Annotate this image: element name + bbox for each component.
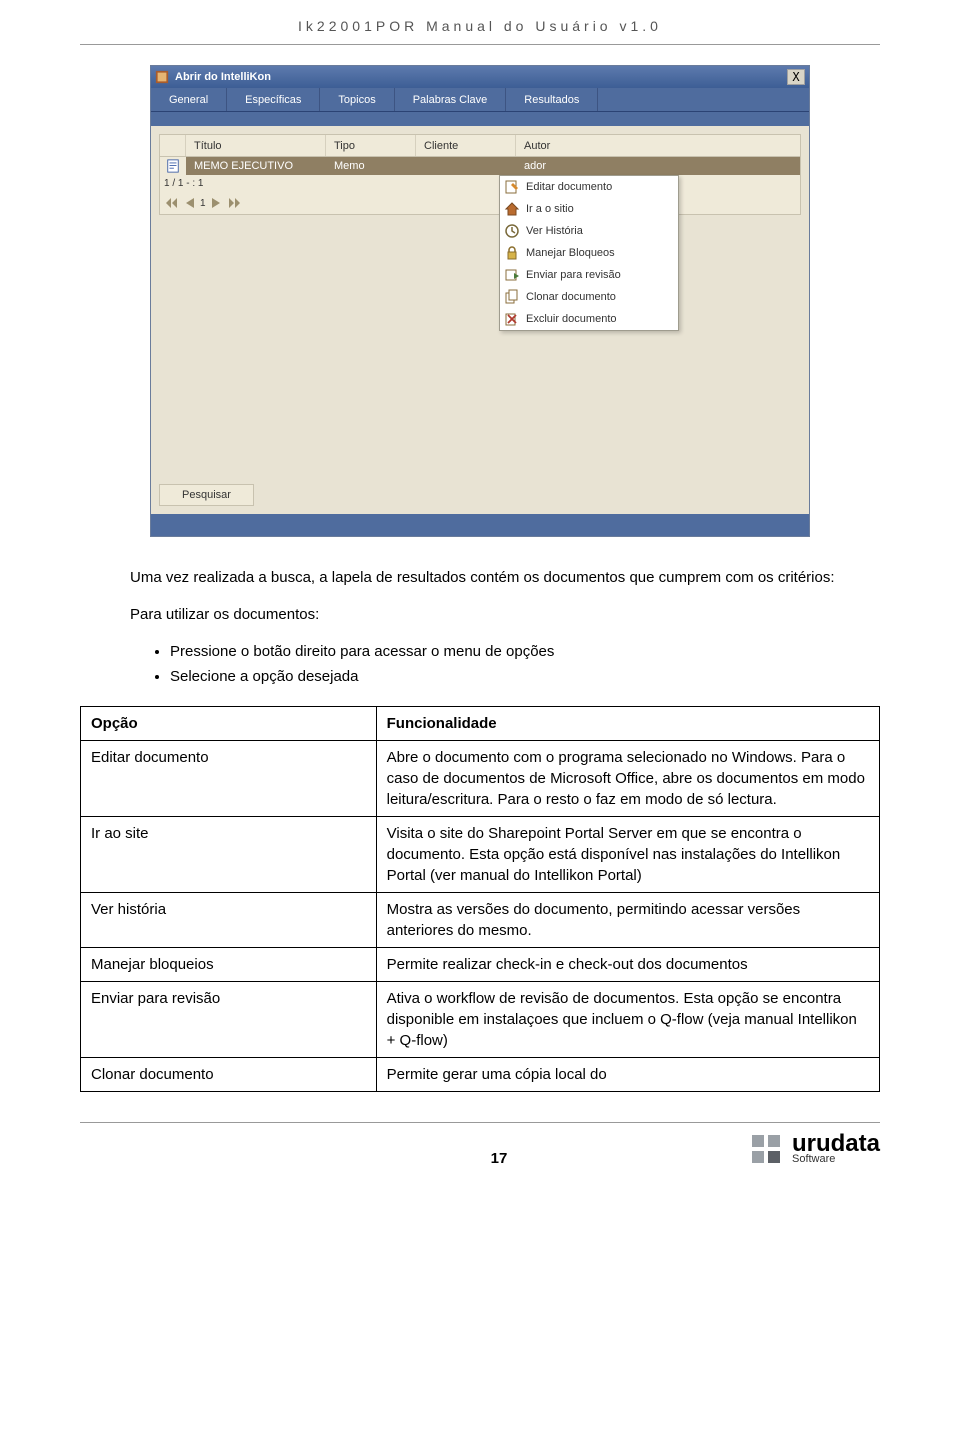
grid-header-tipo[interactable]: Tipo [326,135,416,156]
ctx-label: Ir a o sitio [526,203,574,215]
row-titulo: MEMO EJECUTIVO [186,160,326,172]
ctx-label: Enviar para revisão [526,269,621,281]
ctx-label: Excluir documento [526,313,617,325]
opt-desc: Permite gerar uma cópia local do [376,1058,879,1092]
brand-name: urudata [792,1133,880,1155]
window-app-icon [155,70,169,84]
ctx-label: Editar documento [526,181,612,193]
divider [80,44,880,45]
ctx-label: Ver História [526,225,583,237]
list-item: Selecione a opção desejada [170,666,880,688]
ctx-clonar[interactable]: Clonar documento [500,286,678,308]
intro-text: Uma vez realizada a busca, a lapela de r… [130,567,880,589]
word-doc-icon [166,159,180,173]
pager-last-icon[interactable] [226,195,242,211]
edit-icon [504,179,520,195]
pager-first-icon[interactable] [164,195,180,211]
opt-name: Clonar documento [81,1058,377,1092]
grid-header-autor[interactable]: Autor [516,135,636,156]
ctx-ver-historia[interactable]: Ver História [500,220,678,242]
lock-icon [504,245,520,261]
list-item: Pressione o botão direito para acessar o… [170,641,880,663]
table-row: Ver história Mostra as versões do docume… [81,893,880,948]
delete-icon [504,311,520,327]
context-menu: Editar documento Ir a o sitio Ver Histór… [499,175,679,331]
table-row: Clonar documento Permite gerar uma cópia… [81,1058,880,1092]
ctx-manejar-bloqueos[interactable]: Manejar Bloqueos [500,242,678,264]
table-row: Ir ao site Visita o site do Sharepoint P… [81,817,880,893]
ctx-ir-sitio[interactable]: Ir a o sitio [500,198,678,220]
opt-desc: Abre o documento com o programa selecion… [376,741,879,817]
table-row[interactable]: MEMO EJECUTIVO Memo ador [160,157,800,175]
blue-spacer [151,112,809,126]
tab-bar: General Específicas Topicos Palabras Cla… [151,88,809,112]
table-row: Enviar para revisão Ativa o workflow de … [81,982,880,1058]
pager-prev-icon[interactable] [182,195,198,211]
opt-name: Manejar bloqueios [81,948,377,982]
grid-header-titulo[interactable]: Título [186,135,326,156]
opt-name: Enviar para revisão [81,982,377,1058]
bottom-blue-bar [151,514,809,536]
bullet-list: Pressione o botão direito para acessar o… [170,641,880,689]
opt-name: Ver história [81,893,377,948]
ctx-editar[interactable]: Editar documento [500,176,678,198]
home-icon [504,201,520,217]
row-tipo: Memo [326,160,416,172]
brand-logo: urudata Software [748,1131,880,1167]
opt-name: Ir ao site [81,817,377,893]
table-row: Manejar bloqueios Permite realizar check… [81,948,880,982]
tab-palabras-clave[interactable]: Palabras Clave [395,88,507,111]
opt-name: Editar documento [81,741,377,817]
tab-topicos[interactable]: Topicos [320,88,394,111]
close-icon[interactable]: X [787,69,805,85]
clone-icon [504,289,520,305]
page-footer: 17 urudata Software [80,1122,880,1167]
ctx-label: Clonar documento [526,291,616,303]
row-doc-icon-cell [160,157,186,175]
grid-header-icon-col [160,135,186,156]
tab-general[interactable]: General [151,88,227,111]
table-head-funcionalidade: Funcionalidade [376,707,879,741]
pager-next-icon[interactable] [208,195,224,211]
pager-info: 1 / 1 - : 1 [160,175,800,192]
opt-desc: Permite realizar check-in e check-out do… [376,948,879,982]
table-row: Editar documento Abre o documento com o … [81,741,880,817]
grid-header-row: Título Tipo Cliente Autor [160,135,800,157]
row-autor: ador [516,160,636,172]
pager-current: 1 [200,198,206,209]
doc-header: Ik22001POR Manual do Usuário v1.0 [80,0,880,44]
tab-resultados[interactable]: Resultados [506,88,598,111]
grid-header-cliente[interactable]: Cliente [416,135,516,156]
search-area: Pesquisar [151,476,809,514]
send-icon [504,267,520,283]
table-head-opcao: Opção [81,707,377,741]
results-panel: Título Tipo Cliente Autor MEMO EJECUTIVO… [151,126,809,476]
history-icon [504,223,520,239]
opt-desc: Mostra as versões do documento, permitin… [376,893,879,948]
pager-controls: 1 [160,192,800,214]
opt-desc: Ativa o workflow de revisão de documento… [376,982,879,1058]
brand-subtitle: Software [792,1155,880,1165]
app-window: Abrir do IntelliKon X General Específica… [150,65,810,537]
tab-especificas[interactable]: Específicas [227,88,320,111]
opt-desc: Visita o site do Sharepoint Portal Serve… [376,817,879,893]
ctx-excluir[interactable]: Excluir documento [500,308,678,330]
ctx-label: Manejar Bloqueos [526,247,615,259]
page-number: 17 [250,1150,748,1167]
logo-mark-icon [748,1131,784,1167]
results-grid: Título Tipo Cliente Autor MEMO EJECUTIVO… [159,134,801,215]
options-table: Opção Funcionalidade Editar documento Ab… [80,706,880,1092]
sub-intro-text: Para utilizar os documentos: [130,604,880,626]
window-title: Abrir do IntelliKon [175,71,787,83]
search-button[interactable]: Pesquisar [159,484,254,506]
ctx-enviar-revisao[interactable]: Enviar para revisão [500,264,678,286]
window-titlebar: Abrir do IntelliKon X [151,66,809,88]
